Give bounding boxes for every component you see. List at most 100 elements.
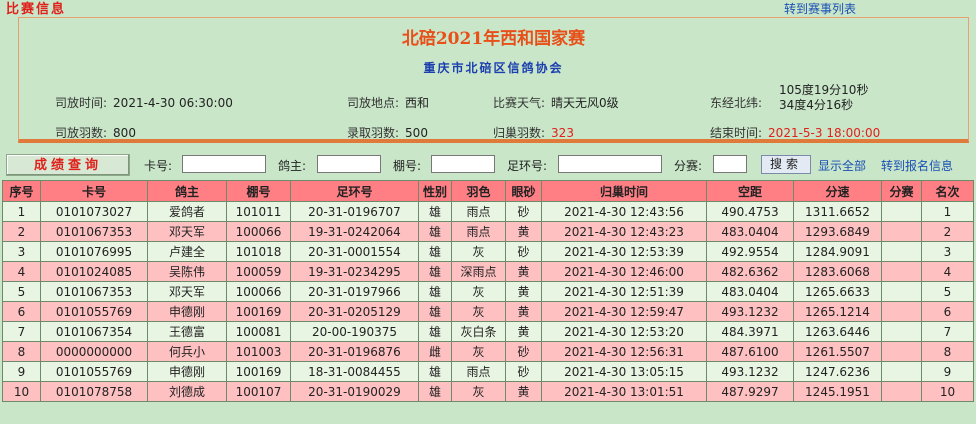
results-table: 序号 卡号 鸽主 棚号 足环号 性别 羽色 眼砂 归巢时间 空距 分速 分赛 名次 1 010107302… xyxy=(2,180,974,402)
table-cell: 黄 xyxy=(505,281,542,302)
table-cell: 黄 xyxy=(505,381,542,402)
table-cell: 20-31-0196707 xyxy=(290,201,419,222)
card-label: 卡号: xyxy=(144,159,173,173)
table-cell: 20-31-0205129 xyxy=(290,301,419,322)
table-cell: 申德刚 xyxy=(147,361,227,382)
column-header: 眼砂 xyxy=(505,180,542,202)
table-row[interactable]: 10 0101078758 刘德成 100107 20-31-0190029 雄灰黄 202… xyxy=(2,381,974,402)
table-cell: 雌 xyxy=(418,341,452,362)
table-cell: 0101067354 xyxy=(40,321,148,342)
table-cell: 深雨点 xyxy=(451,261,506,282)
ring-number-input[interactable] xyxy=(558,155,662,173)
table-cell: 100107 xyxy=(226,381,291,402)
table-cell: 6 xyxy=(2,301,41,322)
table-cell: 0101055769 xyxy=(40,361,148,382)
table-cell xyxy=(881,221,922,242)
table-cell: 申德刚 xyxy=(147,301,227,322)
table-cell: 20-31-0190029 xyxy=(290,381,419,402)
table-cell: 王德富 xyxy=(147,321,227,342)
table-cell xyxy=(881,261,922,282)
table-row[interactable]: 4 0101024085 吴陈伟 100059 19-31-0234295 雄深雨点黄 20… xyxy=(2,261,974,282)
table-cell: 2021-4-30 12:59:47 xyxy=(541,301,707,322)
table-cell: 101003 xyxy=(226,341,291,362)
signup-info-link[interactable]: 转到报名信息 xyxy=(881,157,953,174)
table-cell: 雄 xyxy=(418,321,452,342)
table-cell: 100059 xyxy=(226,261,291,282)
table-row[interactable]: 1 0101073027 爱鸽者 101011 20-31-0196707 雄雨点砂 202… xyxy=(2,201,974,222)
table-cell: 1263.6446 xyxy=(793,321,882,342)
table-cell: 10 xyxy=(921,381,974,402)
loft-label: 棚号: xyxy=(393,159,422,173)
results-query-button[interactable]: 成绩查询 xyxy=(6,154,130,176)
table-cell: 487.9297 xyxy=(706,381,794,402)
page-title: 比赛信息 xyxy=(6,2,67,17)
table-cell: 0101067353 xyxy=(40,221,148,242)
table-row[interactable]: 7 0101067354 王德富 100081 20-00-190375 雄灰白条黄 202… xyxy=(2,321,974,342)
table-cell: 2021-4-30 12:56:31 xyxy=(541,341,707,362)
table-cell xyxy=(881,361,922,382)
table-cell: 2021-4-30 12:53:39 xyxy=(541,241,707,262)
table-row[interactable]: 8 0000000000 何兵小 101003 20-31-0196876 雌灰砂 2021… xyxy=(2,341,974,362)
table-cell: 20-31-0196876 xyxy=(290,341,419,362)
card-number-input[interactable] xyxy=(182,155,266,173)
table-cell: 2021-4-30 12:43:56 xyxy=(541,201,707,222)
column-header: 足环号 xyxy=(290,180,419,202)
table-cell: 雄 xyxy=(418,221,452,242)
table-cell: 砂 xyxy=(505,341,542,362)
release-place: 司放地点: 西和 xyxy=(347,96,430,110)
table-cell: 灰 xyxy=(451,341,506,362)
table-cell xyxy=(881,341,922,362)
table-cell: 雄 xyxy=(418,361,452,382)
table-row[interactable]: 3 0101076995 卢建全 101018 20-31-0001554 雄灰砂 2021… xyxy=(2,241,974,262)
table-row[interactable]: 5 0101067353 邓天军 100066 20-31-0197966 雄灰黄 2021… xyxy=(2,281,974,302)
table-cell: 20-00-190375 xyxy=(290,321,419,342)
release-count: 司放羽数: 800 xyxy=(55,126,136,140)
race-title: 北碚2021年西和国家赛 xyxy=(401,29,586,49)
table-cell: 灰 xyxy=(451,381,506,402)
table-cell: 6 xyxy=(921,301,974,322)
table-cell: 2 xyxy=(921,221,974,242)
table-cell xyxy=(881,381,922,402)
table-row[interactable]: 9 0101055769 申德刚 100169 18-31-0084455 雄雨点砂 202… xyxy=(2,361,974,382)
table-cell: 9 xyxy=(2,361,41,382)
table-cell: 493.1232 xyxy=(706,301,794,322)
table-cell: 雄 xyxy=(418,241,452,262)
table-cell: 1265.1214 xyxy=(793,301,882,322)
sub-race-input[interactable] xyxy=(713,155,747,173)
table-cell: 1 xyxy=(921,201,974,222)
accepted-count: 录取羽数: 500 xyxy=(347,126,428,140)
coordinates-label: 东经北纬: xyxy=(710,96,763,110)
table-cell: 20-31-0001554 xyxy=(290,241,419,262)
table-cell: 雨点 xyxy=(451,361,506,382)
table-cell: 灰白条 xyxy=(451,321,506,342)
table-cell: 砂 xyxy=(505,201,542,222)
table-cell: 483.0404 xyxy=(706,281,794,302)
table-row[interactable]: 2 0101067353 邓天军 100066 19-31-0242064 雄雨点黄 202… xyxy=(2,221,974,242)
table-cell: 1293.6849 xyxy=(793,221,882,242)
owner-input[interactable] xyxy=(317,155,381,173)
race-list-link[interactable]: 转到赛事列表 xyxy=(784,0,856,17)
show-all-link[interactable]: 显示全部 xyxy=(818,157,866,174)
table-cell: 101011 xyxy=(226,201,291,222)
loft-number-input[interactable] xyxy=(431,155,495,173)
search-button[interactable]: 搜索 xyxy=(761,155,811,174)
table-cell: 7 xyxy=(921,321,974,342)
table-cell: 19-31-0234295 xyxy=(290,261,419,282)
table-cell: 2 xyxy=(2,221,41,242)
table-cell: 雄 xyxy=(418,301,452,322)
column-header: 空距 xyxy=(706,180,794,202)
search-bar: 成绩查询 卡号: 鸽主: 棚号: 足环号: 分赛: 搜索 显示全部 转到报名信息 xyxy=(0,153,976,177)
table-cell: 2021-4-30 12:46:00 xyxy=(541,261,707,282)
organizer-name: 重庆市北碚区信鸽协会 xyxy=(423,61,564,75)
table-cell: 1 xyxy=(2,201,41,222)
table-cell: 100081 xyxy=(226,321,291,342)
table-cell: 0101067353 xyxy=(40,281,148,302)
table-cell: 刘德成 xyxy=(147,381,227,402)
table-cell: 1261.5507 xyxy=(793,341,882,362)
end-time: 结束时间: 2021-5-3 18:00:00 xyxy=(710,126,881,140)
table-cell: 0101055769 xyxy=(40,301,148,322)
table-row[interactable]: 6 0101055769 申德刚 100169 20-31-0205129 雄灰黄 2021… xyxy=(2,301,974,322)
table-cell: 0000000000 xyxy=(40,341,148,362)
race-info-panel: 北碚2021年西和国家赛 重庆市北碚区信鸽协会 司放时间: 2021-4-30 0… xyxy=(18,17,969,143)
table-cell: 0101024085 xyxy=(40,261,148,282)
